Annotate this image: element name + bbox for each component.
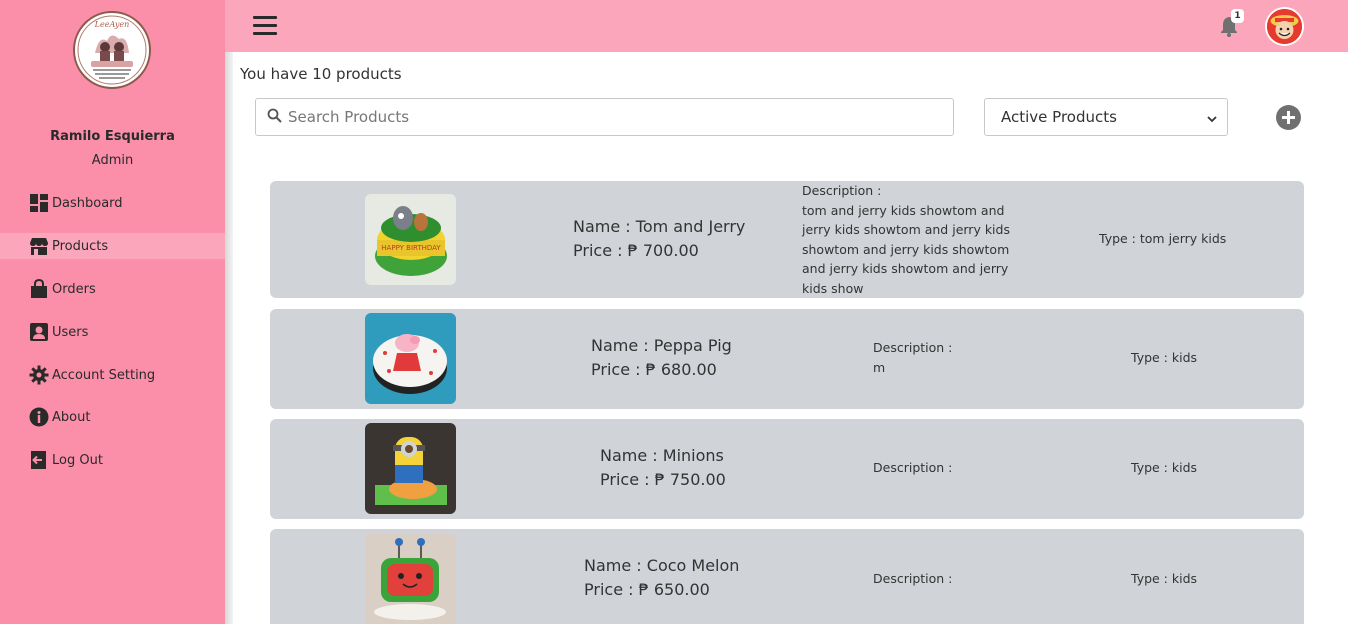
sidebar-item-label: Orders: [52, 281, 96, 297]
product-name: Name : Peppa Pig: [591, 336, 732, 355]
description-text: and jerry kids showtom and jerry: [802, 261, 1009, 276]
description-label: Description :: [802, 183, 882, 198]
description-label: Description :: [873, 340, 953, 355]
gear-icon: [29, 365, 49, 385]
sidebar-item-label: Dashboard: [52, 195, 123, 211]
description-label: Description :: [873, 571, 953, 586]
sidebar-item-users[interactable]: Users: [0, 319, 225, 345]
description-text: jerry kids showtom and jerry kids: [802, 222, 1010, 237]
notification-badge: 1: [1231, 9, 1244, 23]
sidebar-item-label: Users: [52, 324, 89, 340]
user-name: Ramilo Esquierra: [50, 129, 175, 144]
description-text: kids show: [802, 280, 864, 296]
sidebar-item-account-setting[interactable]: Account Setting: [0, 362, 225, 388]
search-icon: [267, 108, 282, 127]
product-price: Price : ₱ 650.00: [584, 580, 710, 599]
product-price: Price : ₱ 680.00: [591, 360, 717, 379]
svg-text:HAPPY BIRTHDAY: HAPPY BIRTHDAY: [381, 244, 441, 252]
topbar: 1: [225, 0, 1348, 52]
product-count-text: You have 10 products: [240, 65, 402, 83]
product-price: Price : ₱ 700.00: [573, 241, 699, 260]
svg-text:LeeAyen: LeeAyen: [94, 20, 130, 29]
product-price: Price : ₱ 750.00: [600, 470, 726, 489]
dashboard-icon: [29, 193, 49, 213]
add-product-button[interactable]: [1276, 105, 1301, 130]
sidebar-item-products[interactable]: Products: [0, 233, 225, 259]
product-name-price: Name : Peppa Pig Price : ₱ 680.00: [591, 334, 732, 382]
description-label: Description :: [873, 460, 953, 475]
sidebar-divider: [225, 0, 233, 624]
product-name: Name : Coco Melon: [584, 556, 740, 575]
product-name-price: Name : Tom and Jerry Price : ₱ 700.00: [573, 215, 745, 263]
product-image: HAPPY BIRTHDAY: [365, 194, 456, 285]
shopping-bag-icon: [29, 279, 49, 299]
product-name: Name : Tom and Jerry: [573, 217, 746, 236]
product-name: Name : Minions: [600, 446, 724, 465]
product-card[interactable]: Name : Peppa Pig Price : ₱ 680.00 Descri…: [270, 309, 1304, 409]
shop-logo: LeeAyen: [73, 11, 151, 89]
chevron-down-icon: [1206, 111, 1218, 129]
product-description: Description : tom and jerry kids showtom…: [802, 181, 1010, 298]
avatar[interactable]: [1265, 7, 1304, 46]
sidebar: LeeAyen Ramilo Esquierra Admin Dashboard…: [0, 0, 225, 624]
product-name-price: Name : Coco Melon Price : ₱ 650.00: [584, 554, 739, 602]
product-type: Type : kids: [1131, 571, 1198, 586]
product-image: [365, 313, 456, 404]
product-type: Type : kids: [1131, 460, 1198, 475]
description-text: m: [873, 359, 886, 375]
sidebar-item-orders[interactable]: Orders: [0, 276, 225, 302]
sidebar-item-label: Log Out: [52, 452, 103, 468]
menu-toggle-button[interactable]: [253, 16, 277, 36]
store-icon: [29, 236, 49, 256]
search-input[interactable]: [288, 108, 928, 126]
product-status-select[interactable]: Active Products: [984, 98, 1228, 136]
product-description: Description :: [873, 569, 952, 589]
product-card[interactable]: Name : Coco Melon Price : ₱ 650.00 Descr…: [270, 529, 1304, 624]
product-name-price: Name : Minions Price : ₱ 750.00: [600, 444, 726, 492]
sidebar-item-log-out[interactable]: Log Out: [0, 447, 225, 473]
sidebar-item-label: About: [52, 409, 91, 425]
product-card[interactable]: Name : Minions Price : ₱ 750.00 Descript…: [270, 419, 1304, 519]
sidebar-item-dashboard[interactable]: Dashboard: [0, 190, 225, 216]
description-text: tom and jerry kids showtom and: [802, 202, 1005, 218]
product-type: Type : tom jerry kids: [1099, 231, 1227, 246]
product-image: [365, 423, 456, 514]
product-type: Type : kids: [1131, 350, 1198, 365]
product-status-select-value: Active Products: [1001, 108, 1117, 126]
product-card[interactable]: HAPPY BIRTHDAY Name : Tom and Jerry Pric…: [270, 181, 1304, 298]
search-box[interactable]: [255, 98, 954, 136]
info-icon: [29, 407, 49, 427]
product-description: Description :: [873, 458, 952, 478]
logout-icon: [29, 450, 49, 470]
sidebar-item-label: Account Setting: [52, 367, 156, 383]
sidebar-item-label: Products: [52, 238, 109, 254]
user-role: Admin: [91, 153, 134, 168]
product-description: Description : m: [873, 338, 952, 377]
description-text: showtom and jerry kids showtom: [802, 241, 1010, 257]
user-icon: [29, 322, 49, 342]
sidebar-item-about[interactable]: About: [0, 404, 225, 430]
product-image: [365, 534, 456, 624]
